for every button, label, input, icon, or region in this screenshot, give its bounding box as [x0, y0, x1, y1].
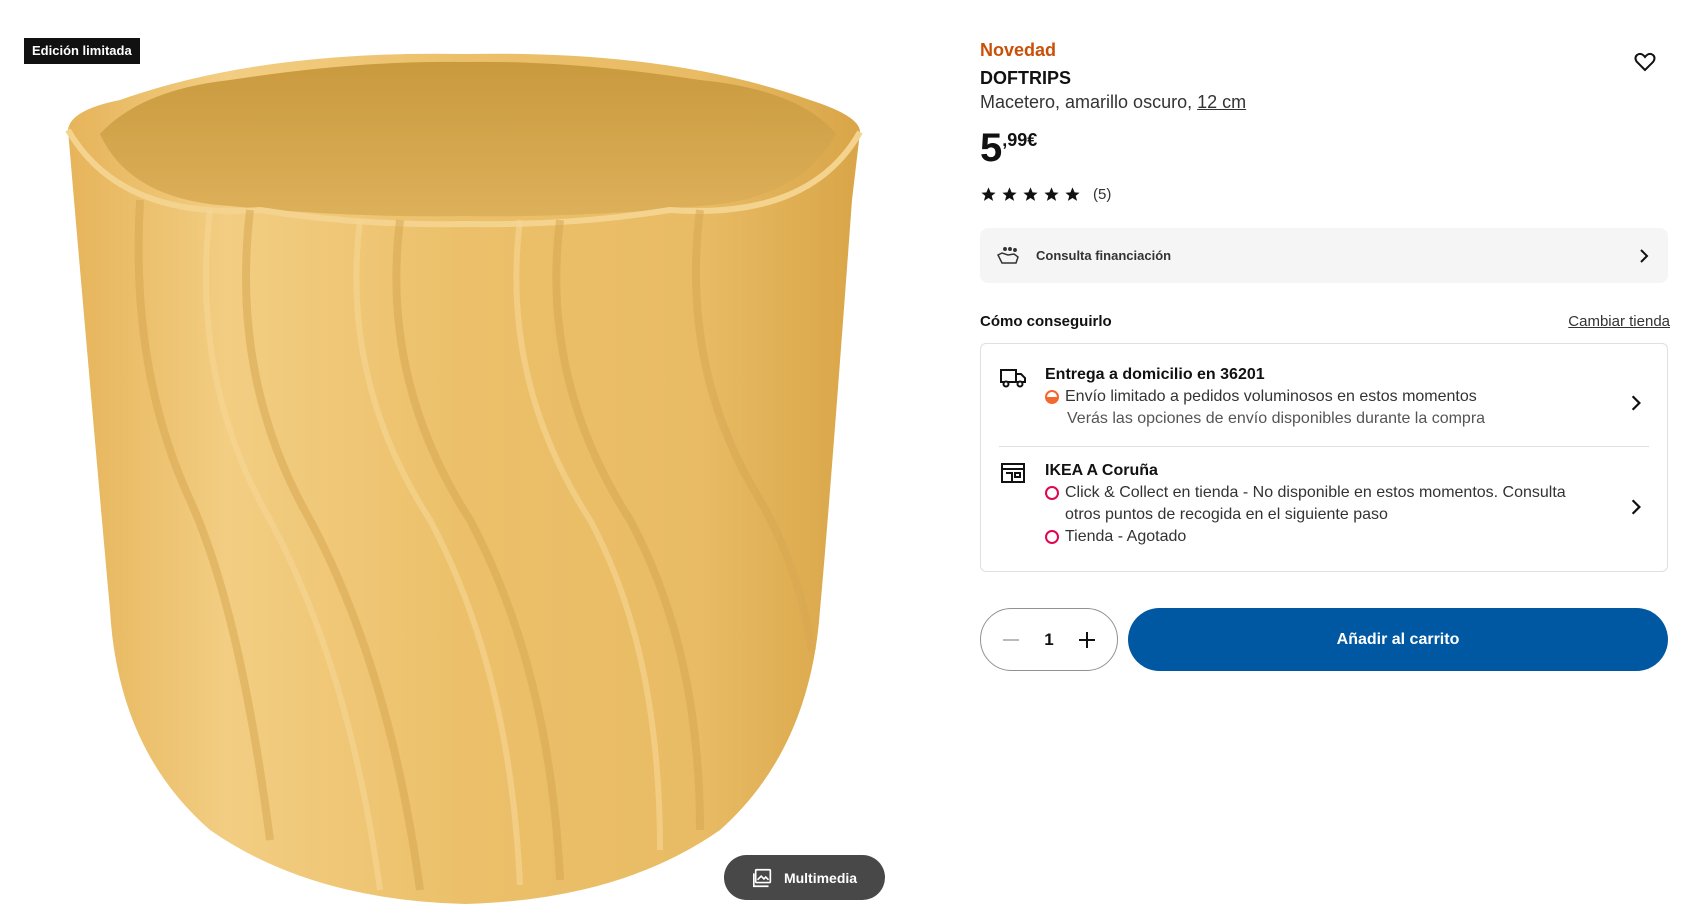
minus-icon — [1003, 638, 1019, 641]
price-decimal: ,99€ — [1002, 130, 1038, 150]
product-description: Macetero, amarillo oscuro, 12 cm — [980, 92, 1246, 113]
store-icon — [1001, 463, 1025, 483]
new-tag: Novedad — [980, 40, 1057, 60]
change-store-link[interactable]: Cambiar tienda — [1568, 313, 1670, 330]
partial-status-icon — [1045, 390, 1059, 404]
star-icon — [1023, 187, 1038, 201]
in-store-status: Tienda - Agotado — [1045, 526, 1605, 548]
favourite-button[interactable] — [1632, 50, 1658, 76]
quantity-stepper — [980, 608, 1118, 671]
multimedia-label: Multimedia — [783, 869, 858, 886]
star-icon — [1002, 187, 1017, 201]
product-description-text: Macetero, amarillo oscuro, — [980, 92, 1193, 112]
star-icon — [1044, 187, 1059, 201]
quantity-input[interactable] — [1034, 629, 1064, 650]
star-icon — [981, 187, 996, 201]
delivery-title: Entrega a domicilio en 36201 — [1045, 366, 1265, 383]
click-collect-status: Click & Collect en tienda - No disponibl… — [1045, 482, 1605, 526]
availability-box: Entrega a domicilio en 36201 Envío limit… — [980, 343, 1668, 572]
increase-quantity-button[interactable] — [1075, 628, 1099, 652]
truck-icon — [1000, 369, 1026, 388]
product-image[interactable] — [60, 50, 870, 910]
delivery-note: Verás las opciones de envío disponibles … — [1067, 410, 1486, 427]
product-media: Edición limitada Multimedia — [0, 0, 900, 912]
product-name: DOFTRIPS — [980, 68, 1072, 88]
delivery-status: Envío limitado a pedidos voluminosos en … — [1045, 386, 1605, 408]
rating[interactable]: (5) — [980, 186, 1111, 203]
financing-icon — [996, 246, 1019, 264]
financing-banner[interactable]: Consulta financiación — [980, 228, 1668, 283]
home-delivery-option[interactable]: Entrega a domicilio en 36201 Envío limit… — [981, 364, 1667, 442]
size-link[interactable]: 12 cm — [1197, 92, 1246, 112]
chevron-right-icon — [1631, 395, 1641, 411]
store-title: IKEA A Coruña — [1045, 462, 1158, 479]
product-info: Novedad DOFTRIPS Macetero, amarillo oscu… — [980, 0, 1670, 912]
in-store-text: Tienda - Agotado — [1065, 528, 1187, 545]
multimedia-button[interactable]: Multimedia — [724, 855, 885, 900]
financing-label: Consulta financiación — [1036, 248, 1172, 263]
store-option[interactable]: IKEA A Coruña Click & Collect en tienda … — [981, 460, 1667, 560]
limited-edition-badge: Edición limitada — [24, 38, 140, 64]
price-integer: 5 — [980, 126, 1003, 170]
star-icon — [1065, 187, 1080, 201]
add-to-cart-button[interactable]: Añadir al carrito — [1128, 608, 1668, 671]
heart-icon — [1634, 52, 1656, 72]
chevron-right-icon — [1631, 499, 1641, 515]
media-icon — [752, 868, 772, 887]
divider — [999, 446, 1649, 447]
unavailable-status-icon — [1045, 530, 1059, 544]
click-collect-text: Click & Collect en tienda - No disponibl… — [1065, 484, 1566, 523]
decrease-quantity-button[interactable] — [999, 628, 1023, 652]
rating-count: (5) — [1093, 186, 1112, 203]
delivery-status-text: Envío limitado a pedidos voluminosos en … — [1065, 388, 1477, 405]
how-to-get-title: Cómo conseguirlo — [980, 313, 1112, 330]
plus-icon — [1079, 631, 1095, 648]
chevron-right-icon — [1640, 248, 1649, 263]
unavailable-status-icon — [1045, 486, 1059, 500]
product-price: 5,99€ — [980, 126, 1037, 171]
